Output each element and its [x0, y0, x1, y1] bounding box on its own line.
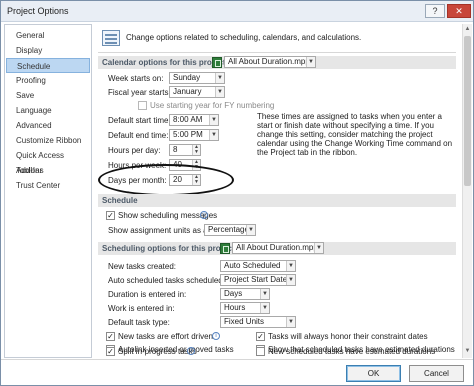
schedule-options-panel: Change options related to scheduling, ca… — [96, 24, 460, 358]
close-button[interactable]: ✕ — [447, 4, 471, 18]
header-divider — [98, 52, 456, 53]
split-tasks-label: Split in-progress tasks — [118, 347, 197, 356]
scrollbar-thumb[interactable] — [464, 36, 471, 186]
hours-per-day-spinner[interactable]: 8 ▲ ▼ — [169, 144, 201, 156]
default-start-select[interactable]: 8:00 AM ▼ — [169, 114, 219, 126]
dialog-footer: OK Cancel — [1, 359, 473, 385]
chevron-down-icon: ▼ — [306, 57, 315, 67]
work-entered-select[interactable]: Hours ▼ — [220, 302, 270, 314]
week-starts-label: Week starts on: — [108, 74, 164, 83]
new-estimated-label: New scheduled tasks have estimated durat… — [268, 347, 436, 356]
duration-entered-value: Days — [224, 289, 243, 298]
assignment-units-value: Percentage — [208, 225, 249, 234]
hours-per-day-label: Hours per day: — [108, 146, 161, 155]
duration-entered-label: Duration is entered in: — [108, 290, 187, 299]
sidebar-item-advanced[interactable]: Advanced — [6, 118, 90, 133]
calendar-note: These times are assigned to tasks when y… — [257, 112, 453, 157]
new-estimated-checkbox[interactable] — [256, 347, 265, 356]
sidebar-item-save[interactable]: Save — [6, 88, 90, 103]
chevron-down-icon: ▼ — [286, 275, 295, 285]
hours-per-day-value: 8 — [173, 145, 178, 154]
chevron-down-icon: ▼ — [286, 261, 295, 271]
project-file-icon — [220, 243, 230, 254]
page-description: Change options related to scheduling, ca… — [126, 33, 362, 42]
assignment-units-select[interactable]: Percentage ▼ — [204, 224, 256, 236]
work-entered-value: Hours — [224, 303, 246, 312]
chevron-down-icon: ▼ — [246, 225, 255, 235]
cancel-button[interactable]: Cancel — [409, 365, 464, 382]
default-end-value: 5:00 PM — [173, 130, 203, 139]
project-file-icon — [212, 57, 222, 68]
scheduling-project-value: All About Duration.mpp — [236, 243, 318, 252]
project-options-window: Project Options ? ✕ General Display Sche… — [0, 0, 474, 386]
sidebar-item-schedule[interactable]: Schedule — [6, 58, 90, 73]
work-entered-label: Work is entered in: — [108, 304, 175, 313]
fiscal-year-value: January — [173, 87, 202, 96]
highlight-oval — [98, 164, 234, 196]
sidebar-item-trust-center[interactable]: Trust Center — [6, 178, 90, 193]
calendar-project-select[interactable]: All About Duration.mpp ▼ — [224, 56, 316, 68]
window-title: Project Options — [7, 6, 69, 16]
title-bar: Project Options ? ✕ — [1, 1, 473, 22]
assignment-units-label: Show assignment units as a: — [108, 226, 210, 235]
schedule-options-icon — [102, 30, 120, 46]
sidebar-item-proofing[interactable]: Proofing — [6, 73, 90, 88]
info-icon: i — [187, 347, 195, 355]
default-end-label: Default end time: — [108, 131, 169, 140]
duration-entered-select[interactable]: Days ▼ — [220, 288, 270, 300]
sidebar-item-language[interactable]: Language — [6, 103, 90, 118]
scheduling-project-select[interactable]: All About Duration.mpp ▼ — [232, 242, 324, 254]
chevron-down-icon: ▼ — [215, 87, 224, 97]
honor-constraints-label: Tasks will always honor their constraint… — [268, 332, 428, 341]
new-tasks-select[interactable]: Auto Scheduled ▼ — [220, 260, 296, 272]
sidebar-item-add-ins[interactable]: Add-Ins — [6, 163, 90, 178]
vertical-scrollbar[interactable]: ▲ ▼ — [462, 24, 472, 358]
sidebar-item-customize-ribbon[interactable]: Customize Ribbon — [6, 133, 90, 148]
week-starts-value: Sunday — [173, 73, 201, 82]
fy-numbering-label: Use starting year for FY numbering — [150, 101, 275, 110]
default-start-value: 8:00 AM — [173, 115, 203, 124]
schedule-section-label: Schedule — [102, 196, 138, 205]
scroll-down-icon[interactable]: ▼ — [463, 347, 472, 356]
week-starts-select[interactable]: Sunday ▼ — [169, 72, 225, 84]
chevron-down-icon: ▼ — [209, 130, 218, 140]
default-end-select[interactable]: 5:00 PM ▼ — [169, 129, 219, 141]
new-tasks-value: Auto Scheduled — [224, 261, 281, 270]
effort-driven-label: New tasks are effort driven — [118, 332, 214, 341]
chevron-down-icon: ▼ — [260, 289, 269, 299]
chevron-down-icon: ▼ — [260, 303, 269, 313]
chevron-down-icon: ▼ — [286, 317, 295, 327]
task-type-select[interactable]: Fixed Units ▼ — [220, 316, 296, 328]
effort-driven-checkbox[interactable]: ✓ — [106, 332, 115, 341]
new-tasks-label: New tasks created: — [108, 262, 177, 271]
calendar-options-label: Calendar options for this project: — [102, 58, 229, 67]
help-button[interactable]: ? — [425, 4, 445, 18]
chevron-down-icon: ▼ — [314, 243, 323, 253]
honor-constraints-checkbox[interactable]: ✓ — [256, 332, 265, 341]
auto-scheduled-value: Project Start Date — [224, 275, 288, 284]
auto-scheduled-label: Auto scheduled tasks scheduled on: — [108, 276, 237, 285]
fiscal-year-select[interactable]: January ▼ — [169, 86, 225, 98]
sidebar: General Display Schedule Proofing Save L… — [4, 24, 92, 358]
default-start-label: Default start time: — [108, 116, 171, 125]
chevron-down-icon: ▼ — [215, 73, 224, 83]
chevron-down-icon: ▼ — [209, 115, 218, 125]
split-tasks-checkbox[interactable]: ✓ — [106, 347, 115, 356]
calendar-project-value: All About Duration.mpp — [228, 57, 310, 66]
spinner-arrows-icon[interactable]: ▲ ▼ — [192, 145, 200, 155]
schedule-section: Schedule — [98, 194, 456, 207]
task-type-value: Fixed Units — [224, 317, 265, 326]
info-icon: i — [200, 211, 208, 219]
ok-button[interactable]: OK — [346, 365, 401, 382]
sidebar-item-quick-access-toolbar[interactable]: Quick Access Toolbar — [6, 148, 90, 175]
show-messages-checkbox[interactable]: ✓ — [106, 211, 115, 220]
scroll-up-icon[interactable]: ▲ — [463, 25, 472, 34]
sidebar-item-general[interactable]: General — [6, 28, 90, 43]
task-type-label: Default task type: — [108, 318, 170, 327]
info-icon: i — [212, 332, 220, 340]
fy-numbering-checkbox[interactable] — [138, 101, 147, 110]
scheduling-options-label: Scheduling options for this project: — [102, 244, 238, 253]
auto-scheduled-select[interactable]: Project Start Date ▼ — [220, 274, 296, 286]
sidebar-item-display[interactable]: Display — [6, 43, 90, 58]
